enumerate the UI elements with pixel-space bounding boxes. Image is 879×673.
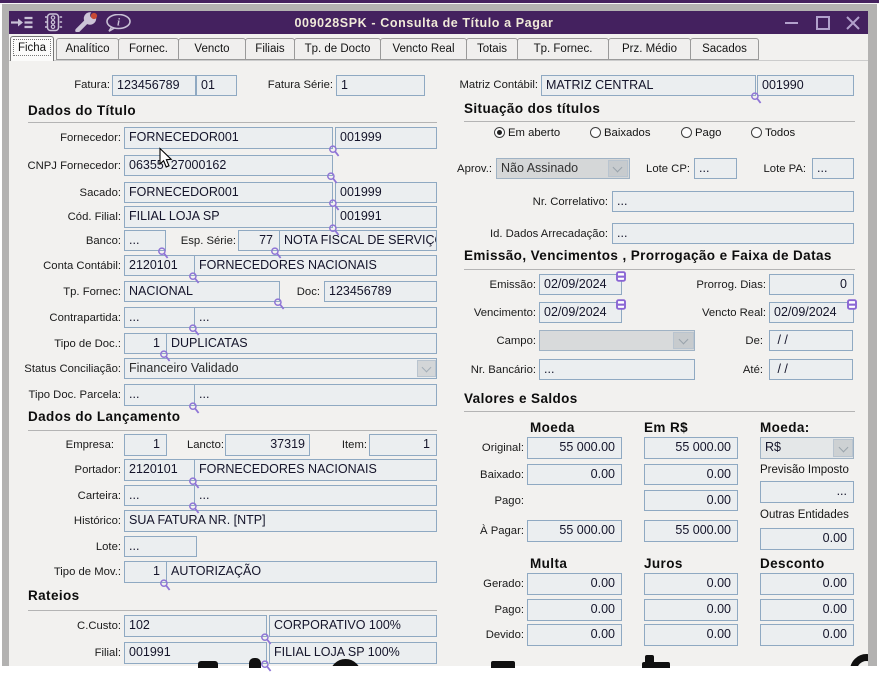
svg-text:i: i xyxy=(117,17,121,29)
